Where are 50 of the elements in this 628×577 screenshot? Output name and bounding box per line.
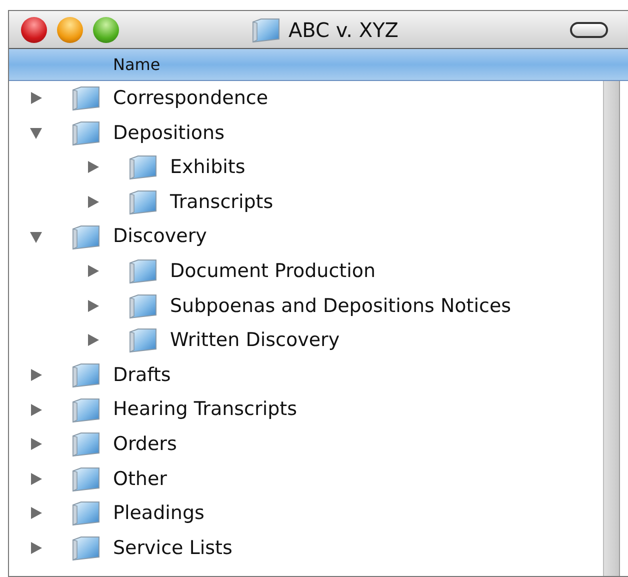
collapsed-triangle-icon[interactable]	[29, 506, 43, 520]
collapsed-triangle-icon[interactable]	[86, 333, 100, 348]
collapsed-triangle-icon[interactable]	[86, 195, 100, 210]
folder-name[interactable]: Discovery	[113, 222, 207, 251]
folder-icon	[250, 16, 280, 42]
folder-icon	[71, 396, 101, 423]
folder-name[interactable]: Other	[113, 464, 167, 494]
folder-name[interactable]: Correspondence	[113, 84, 268, 113]
collapsed-triangle-icon[interactable]	[29, 541, 43, 556]
folder-icon	[128, 258, 158, 284]
window-title: ABC v. XYZ	[288, 16, 398, 44]
folder-icon	[71, 85, 101, 112]
folder-name[interactable]: Depositions	[113, 118, 224, 148]
toolbar-toggle-button[interactable]	[570, 22, 608, 38]
collapsed-triangle-icon[interactable]	[86, 264, 100, 278]
collapsed-triangle-icon[interactable]	[86, 160, 100, 174]
column-label[interactable]: Name	[113, 52, 160, 76]
folder-icon	[128, 154, 158, 180]
folder-name[interactable]: Orders	[113, 430, 177, 458]
collapsed-triangle-icon[interactable]	[29, 91, 43, 106]
folder-name[interactable]: Transcripts	[170, 188, 274, 216]
folder-name[interactable]: Document Production	[170, 257, 376, 286]
folder-icon	[71, 466, 101, 492]
collapsed-triangle-icon[interactable]	[29, 472, 43, 486]
folder-icon	[71, 535, 101, 562]
folder-name[interactable]: Subpoenas and Depositions Notices	[170, 292, 512, 320]
folder-icon	[128, 292, 158, 319]
collapsed-triangle-icon[interactable]	[86, 298, 100, 313]
expanded-triangle-icon[interactable]	[29, 126, 43, 140]
folder-icon	[71, 362, 101, 388]
folder-name[interactable]: Exhibits	[170, 153, 246, 182]
collapsed-triangle-icon[interactable]	[29, 402, 43, 417]
folder-name[interactable]: Pleadings	[113, 499, 204, 528]
expanded-triangle-icon[interactable]	[29, 230, 43, 244]
folder-name[interactable]: Drafts	[113, 360, 171, 390]
minimize-button[interactable]	[57, 16, 83, 42]
scrollbar-track[interactable]	[604, 81, 620, 576]
folder-icon	[71, 431, 101, 458]
folder-name[interactable]: Written Discovery	[170, 326, 340, 355]
folder-name[interactable]: Hearing Transcripts	[113, 395, 298, 424]
folder-name[interactable]: Service Lists	[113, 534, 232, 562]
zoom-button[interactable]	[93, 16, 119, 42]
folder-icon	[71, 120, 101, 146]
folder-icon	[71, 224, 101, 250]
close-button[interactable]	[21, 16, 47, 42]
collapsed-triangle-icon[interactable]	[29, 368, 43, 382]
folder-icon	[128, 189, 158, 216]
folder-icon	[128, 327, 158, 354]
collapsed-triangle-icon[interactable]	[29, 437, 43, 452]
folder-icon	[71, 500, 101, 526]
